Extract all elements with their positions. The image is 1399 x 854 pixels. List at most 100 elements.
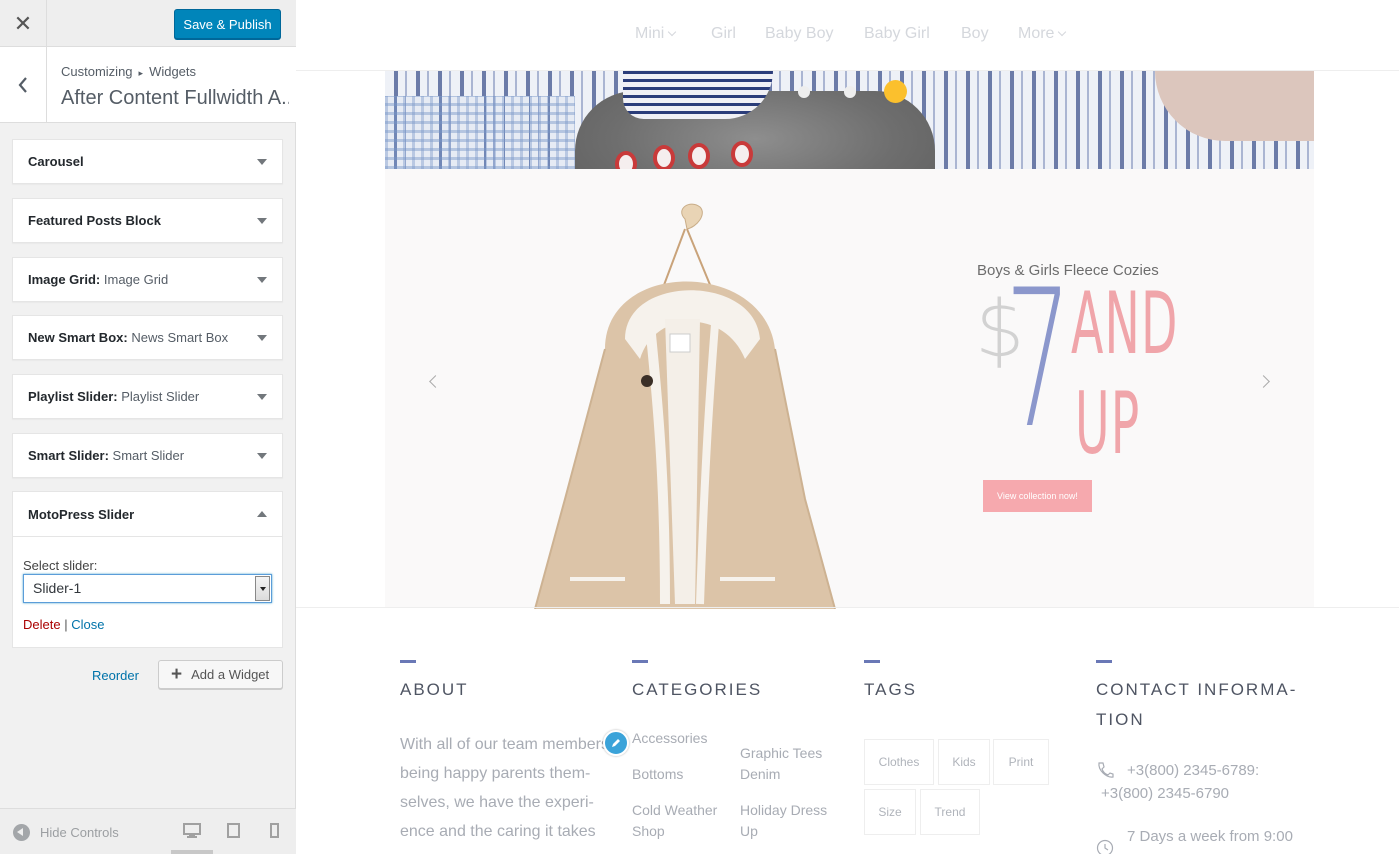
mobile-icon[interactable]	[270, 823, 279, 838]
widget-carousel[interactable]: Carousel	[12, 139, 283, 184]
tag-size[interactable]: Size	[864, 789, 916, 835]
promo-up-text: UP	[1075, 374, 1141, 474]
selected-value: Slider-1	[33, 580, 82, 596]
close-customizer-button[interactable]: ✕	[0, 0, 47, 47]
tag-clothes[interactable]: Clothes	[864, 739, 934, 785]
expand-arrow-icon[interactable]	[257, 218, 267, 224]
view-collection-button[interactable]: View collection now!	[983, 480, 1092, 512]
category-link[interactable]: Up	[740, 821, 758, 842]
customizer-sidebar: ✕ Save & Publish Customizing ▸ Widgets Aft…	[0, 0, 296, 854]
breadcrumb-item: Customizing	[61, 64, 133, 79]
slider-prev-icon[interactable]	[429, 375, 442, 388]
widget-news-smart-box[interactable]: New Smart Box: News Smart Box	[12, 315, 283, 360]
category-link[interactable]: Denim	[740, 764, 780, 785]
collapse-arrow-icon[interactable]	[257, 511, 267, 517]
expand-arrow-icon[interactable]	[257, 394, 267, 400]
actions-separator: |	[64, 617, 68, 632]
widget-title: Smart Slider: Smart Slider	[28, 448, 185, 463]
slider-dot-active[interactable]	[884, 80, 907, 103]
expand-arrow-icon[interactable]	[257, 453, 267, 459]
customizer-header: ✕ Save & Publish	[0, 0, 296, 47]
customizer-footer: Hide Controls	[0, 808, 296, 854]
section-header: Customizing ▸ Widgets After Content Fullwi…	[0, 47, 296, 123]
widget-image-grid[interactable]: Image Grid: Image Grid	[12, 257, 283, 302]
contact-heading: CONTACT INFORMA- TION	[1096, 680, 1298, 729]
slider-dot[interactable]	[844, 86, 856, 98]
nav-item-more[interactable]: More	[1018, 25, 1067, 43]
expand-arrow-icon[interactable]	[257, 277, 267, 283]
breadcrumb-item: Widgets	[149, 64, 197, 79]
close-link[interactable]: Close	[71, 617, 104, 632]
nav-item-boy[interactable]: Boy	[961, 25, 989, 43]
widget-title: Carousel	[28, 154, 84, 169]
tags-heading: TAGS	[864, 680, 918, 699]
widget-title: Playlist Slider: Playlist Slider	[28, 389, 200, 404]
add-widget-label: Add a Widget	[191, 667, 270, 682]
category-link[interactable]: Bottoms	[632, 764, 683, 785]
widget-smart-slider[interactable]: Smart Slider: Smart Slider	[12, 433, 283, 478]
tablet-icon[interactable]	[227, 823, 240, 838]
clock-icon	[1096, 839, 1114, 854]
hide-controls-button[interactable]: Hide Controls	[13, 824, 119, 841]
add-widget-button[interactable]: + Add a Widget	[158, 660, 283, 689]
chevron-down-icon	[1058, 27, 1067, 37]
about-accent-bar	[400, 660, 416, 663]
delete-link[interactable]: Delete	[23, 617, 61, 632]
slider-dot[interactable]	[798, 86, 810, 98]
category-link[interactable]: Shop	[632, 821, 665, 842]
tags-accent-bar	[864, 660, 880, 663]
tag-print[interactable]: Print	[993, 739, 1049, 785]
category-link[interactable]: Holiday Dress	[740, 800, 827, 821]
active-device-indicator	[171, 850, 213, 854]
plus-icon: +	[171, 663, 183, 685]
nav-item-mini[interactable]: Mini	[635, 25, 677, 43]
contact-accent-bar	[1096, 660, 1112, 663]
save-publish-button[interactable]: Save & Publish	[174, 9, 281, 39]
categories-accent-bar	[632, 660, 648, 663]
close-icon: ✕	[13, 10, 33, 36]
widget-title: New Smart Box: News Smart Box	[28, 330, 229, 345]
tag-kids[interactable]: Kids	[938, 739, 990, 785]
widget-header[interactable]: MotoPress Slider	[13, 492, 282, 537]
collapse-icon	[13, 824, 30, 841]
coat-image	[534, 203, 836, 609]
hero-slide-image	[385, 71, 1314, 169]
category-link[interactable]: Graphic Tees	[740, 743, 822, 764]
back-button[interactable]	[0, 47, 47, 123]
contact-phone: +3(800) 2345-6789:	[1127, 762, 1260, 779]
hide-controls-label: Hide Controls	[40, 825, 119, 840]
contact-hours: 7 Days a week from 9:00	[1127, 828, 1293, 845]
hero-slide: Boys & Girls Fleece Cozies $ 7 AND UP Vi…	[385, 169, 1314, 609]
promo-price: 7	[1005, 249, 1072, 470]
site-nav: Mini Girl Baby Boy Baby Girl Boy More	[296, 0, 1399, 71]
expand-arrow-icon[interactable]	[257, 159, 267, 165]
widget-actions: Delete | Close	[23, 617, 104, 632]
phone-icon	[1098, 762, 1114, 778]
nav-item-baby-girl[interactable]: Baby Girl	[864, 25, 930, 43]
slider-next-icon[interactable]	[1257, 375, 1270, 388]
categories-heading: CATEGORIES	[632, 680, 763, 699]
desktop-icon[interactable]	[183, 823, 201, 838]
category-link[interactable]: Cold Weather	[632, 800, 717, 821]
breadcrumb: Customizing ▸ Widgets	[61, 64, 196, 79]
edit-shortcut-icon[interactable]	[603, 730, 629, 756]
category-link[interactable]: Accessories	[632, 728, 707, 749]
tag-trend[interactable]: Trend	[920, 789, 980, 835]
breadcrumb-separator-icon: ▸	[138, 68, 144, 78]
widget-featured-posts-block[interactable]: Featured Posts Block	[12, 198, 283, 243]
site-footer: ABOUT With all of our team members being…	[296, 607, 1399, 854]
site-preview: Mini Girl Baby Boy Baby Girl Boy More Bo…	[296, 0, 1399, 854]
section-title: After Content Fullwidth A...	[61, 87, 289, 109]
widget-motopress-slider: MotoPress Slider Select slider: Slider-1…	[12, 491, 283, 648]
reorder-link[interactable]: Reorder	[92, 668, 139, 683]
slider-select[interactable]: Slider-1	[23, 574, 272, 603]
chevron-left-icon	[18, 77, 27, 93]
widget-title: MotoPress Slider	[28, 507, 135, 522]
dropdown-arrow-icon[interactable]	[255, 576, 270, 601]
nav-item-girl[interactable]: Girl	[711, 25, 736, 43]
contact-phone: +3(800) 2345-6790	[1101, 785, 1230, 802]
select-slider-label: Select slider:	[23, 558, 98, 573]
widget-playlist-slider[interactable]: Playlist Slider: Playlist Slider	[12, 374, 283, 419]
expand-arrow-icon[interactable]	[257, 335, 267, 341]
nav-item-baby-boy[interactable]: Baby Boy	[765, 25, 833, 43]
